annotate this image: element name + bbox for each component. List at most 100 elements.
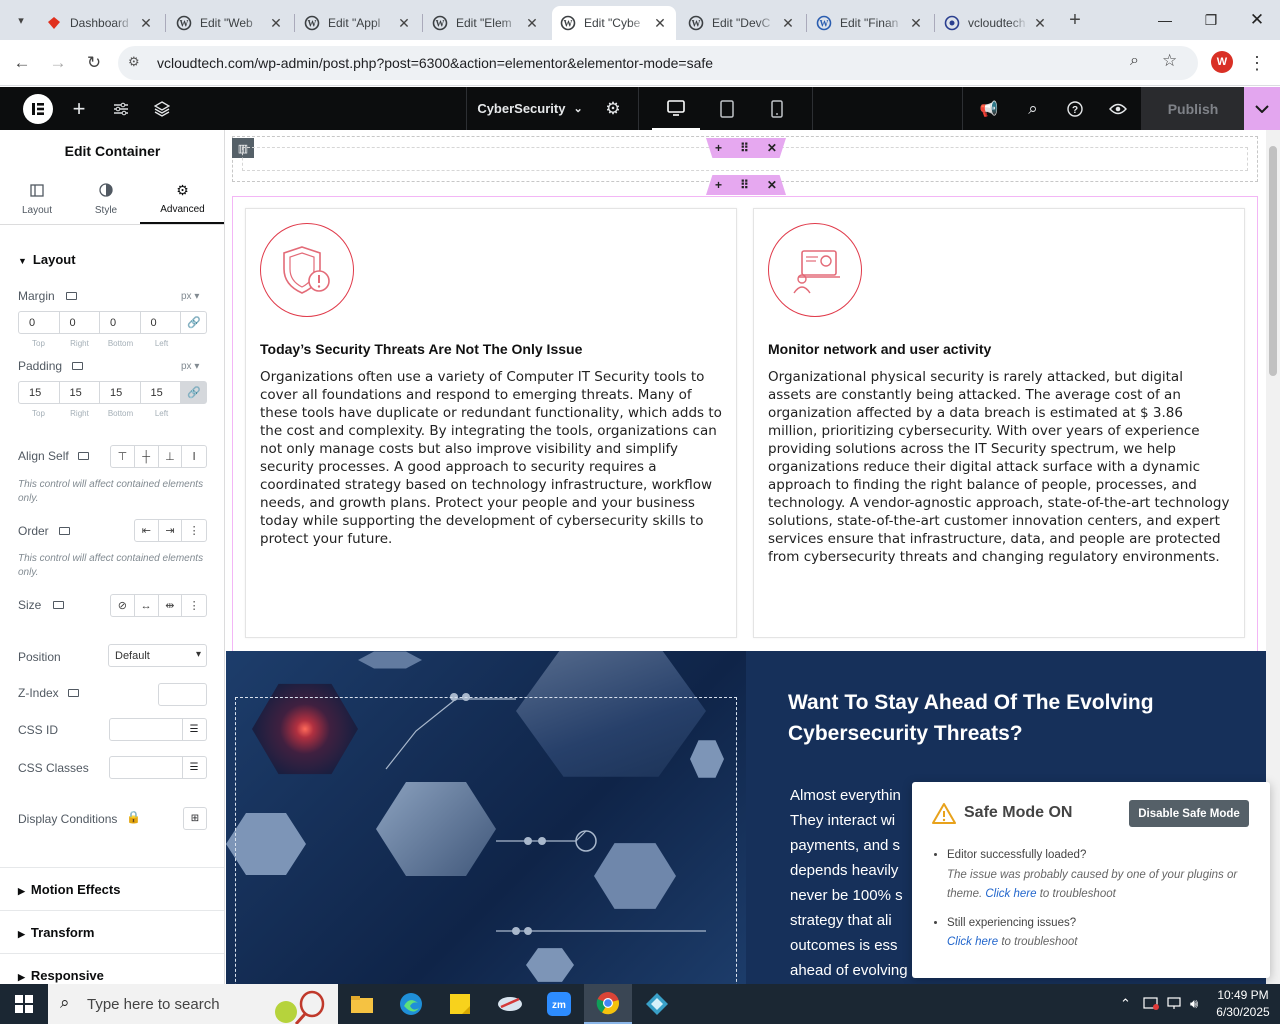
chrome-browser-icon[interactable] xyxy=(584,984,632,1024)
zoom-app-icon[interactable]: zm xyxy=(535,984,583,1024)
publish-button[interactable]: Publish xyxy=(1141,87,1245,130)
tab-layout[interactable]: Layout xyxy=(0,175,74,224)
forward-icon[interactable]: → xyxy=(45,50,71,76)
notifications-megaphone-icon[interactable]: 📢 xyxy=(974,87,1004,130)
responsive-desktop-icon[interactable] xyxy=(53,601,64,609)
edge-browser-icon[interactable] xyxy=(387,984,435,1024)
link-values-icon[interactable]: 🔗 xyxy=(181,382,206,403)
troubleshoot-link[interactable]: Click here xyxy=(985,888,1036,900)
padding-bottom-input[interactable]: 15 xyxy=(100,382,141,403)
taskbar-search-box[interactable]: ⌕ Type here to search xyxy=(48,984,338,1026)
margin-left-input[interactable]: 0 xyxy=(141,312,181,333)
browser-tab[interactable]: W Edit "Finan ✕ xyxy=(808,6,932,40)
site-info-icon[interactable]: ⚙ xyxy=(128,54,140,70)
add-icon[interactable]: + xyxy=(715,141,722,155)
notification-badge-icon[interactable] xyxy=(1143,996,1159,1013)
margin-right-input[interactable]: 0 xyxy=(60,312,100,333)
align-center-icon[interactable]: ┼ xyxy=(135,446,159,467)
restore-window-icon[interactable]: ❐ xyxy=(1188,0,1234,40)
drag-handle-icon[interactable]: ⠿ xyxy=(740,141,749,155)
browser-tab[interactable]: W Edit "DevC ✕ xyxy=(680,6,804,40)
transform-section[interactable]: ▶ Transform xyxy=(0,910,224,953)
image-widget-outline[interactable] xyxy=(235,697,737,984)
close-tab-icon[interactable]: ✕ xyxy=(908,15,924,32)
link-values-icon[interactable]: 🔗 xyxy=(181,312,206,333)
close-tab-icon[interactable]: ✕ xyxy=(652,15,668,32)
responsive-section[interactable]: ▶ Responsive xyxy=(0,953,224,984)
snipping-tool-icon[interactable] xyxy=(486,984,534,1024)
close-tab-icon[interactable]: ✕ xyxy=(138,15,154,32)
troubleshoot-link[interactable]: Click here xyxy=(947,936,998,948)
browser-tab[interactable]: W Edit "Elem ✕ xyxy=(424,6,548,40)
browser-tab[interactable]: W Edit "Appl ✕ xyxy=(296,6,420,40)
padding-right-input[interactable]: 15 xyxy=(60,382,100,403)
size-grow-icon[interactable]: ↔ xyxy=(135,595,159,616)
structure-layers-icon[interactable] xyxy=(147,87,177,130)
size-shrink-icon[interactable]: ⇹ xyxy=(159,595,183,616)
responsive-desktop-icon[interactable] xyxy=(59,527,70,535)
responsive-desktop-icon[interactable] xyxy=(66,292,77,300)
network-icon[interactable] xyxy=(1166,996,1182,1013)
minimize-window-icon[interactable]: ― xyxy=(1142,0,1188,40)
responsive-desktop-icon[interactable] xyxy=(78,452,89,460)
back-icon[interactable]: ← xyxy=(9,50,35,76)
zoom-icon[interactable]: ⌕ xyxy=(1130,52,1139,70)
sticky-notes-icon[interactable] xyxy=(436,984,484,1024)
css-classes-input[interactable] xyxy=(109,756,183,779)
scrollbar-thumb[interactable] xyxy=(1269,146,1277,376)
page-name-dropdown[interactable]: CyberSecurity ⌄ xyxy=(470,87,590,130)
windows-start-icon[interactable] xyxy=(0,984,48,1024)
delete-icon[interactable]: ✕ xyxy=(767,141,777,155)
delete-icon[interactable]: ✕ xyxy=(767,178,777,192)
bookmark-star-icon[interactable]: ☆ xyxy=(1162,51,1177,71)
taskbar-clock[interactable]: 10:49 PM 6/30/2025 xyxy=(1213,987,1273,1021)
motion-effects-section[interactable]: ▶ Motion Effects xyxy=(0,867,224,910)
css-id-input[interactable] xyxy=(109,718,183,741)
dynamic-tags-icon[interactable]: ☰ xyxy=(182,756,207,779)
margin-top-input[interactable]: 0 xyxy=(19,312,60,333)
publish-options-chevron-icon[interactable] xyxy=(1244,87,1280,130)
help-icon[interactable]: ? xyxy=(1060,87,1090,130)
browser-tab-active[interactable]: W Edit "Cybe ✕ xyxy=(552,6,676,40)
browser-tab[interactable]: W Edit "Web ✕ xyxy=(168,6,292,40)
volume-icon[interactable]: 🔊︎ xyxy=(1190,996,1198,1012)
responsive-desktop-icon[interactable] xyxy=(68,689,79,697)
preview-eye-icon[interactable] xyxy=(1103,87,1133,130)
close-tab-icon[interactable]: ✕ xyxy=(268,15,284,32)
file-explorer-icon[interactable] xyxy=(338,984,386,1024)
close-tab-icon[interactable]: ✕ xyxy=(524,15,540,32)
close-tab-icon[interactable]: ✕ xyxy=(396,15,412,32)
browser-tab[interactable]: vcloudtech ✕ xyxy=(936,6,1056,40)
dynamic-tags-icon[interactable]: ☰ xyxy=(182,718,207,741)
tab-advanced[interactable]: ⚙ Advanced xyxy=(140,175,224,224)
section-layout-heading[interactable]: ▼ Layout xyxy=(18,252,76,267)
display-conditions-button[interactable]: ⊞ xyxy=(183,807,207,830)
elementor-logo-button[interactable] xyxy=(15,87,61,130)
close-tab-icon[interactable]: ✕ xyxy=(780,15,796,32)
close-tab-icon[interactable]: ✕ xyxy=(1032,15,1048,32)
browser-tab[interactable]: Dashboard ✕ xyxy=(38,6,162,40)
tablet-view-icon[interactable] xyxy=(704,87,750,130)
browser-menu-icon[interactable]: ⋮ xyxy=(1244,50,1270,76)
profile-avatar[interactable]: W xyxy=(1211,51,1233,73)
order-end-icon[interactable]: ⇥ xyxy=(159,520,183,541)
search-icon[interactable]: ⌕ xyxy=(1018,87,1048,130)
size-none-icon[interactable]: ⊘ xyxy=(111,595,135,616)
margin-unit-select[interactable]: px ▾ xyxy=(181,291,199,302)
add-icon[interactable]: + xyxy=(715,178,722,192)
desktop-view-icon[interactable] xyxy=(652,87,700,130)
zindex-input[interactable] xyxy=(158,683,207,706)
new-tab-icon[interactable]: + xyxy=(1062,7,1088,33)
drag-handle-icon[interactable]: ⠿ xyxy=(740,178,749,192)
padding-left-input[interactable]: 15 xyxy=(141,382,181,403)
align-stretch-icon[interactable]: Ⅰ xyxy=(182,446,206,467)
reload-icon[interactable]: ↻ xyxy=(81,50,107,76)
tray-overflow-chevron-icon[interactable]: ⌃ xyxy=(1120,996,1131,1012)
align-start-icon[interactable]: ⊤ xyxy=(111,446,135,467)
padding-unit-select[interactable]: px ▾ xyxy=(181,361,199,372)
site-settings-icon[interactable] xyxy=(106,87,136,130)
tab-style[interactable]: Style xyxy=(69,175,143,224)
margin-bottom-input[interactable]: 0 xyxy=(100,312,141,333)
address-bar[interactable]: ⚙ vcloudtech.com/wp-admin/post.php?post=… xyxy=(118,46,1198,80)
close-window-icon[interactable]: ✕ xyxy=(1234,0,1280,40)
